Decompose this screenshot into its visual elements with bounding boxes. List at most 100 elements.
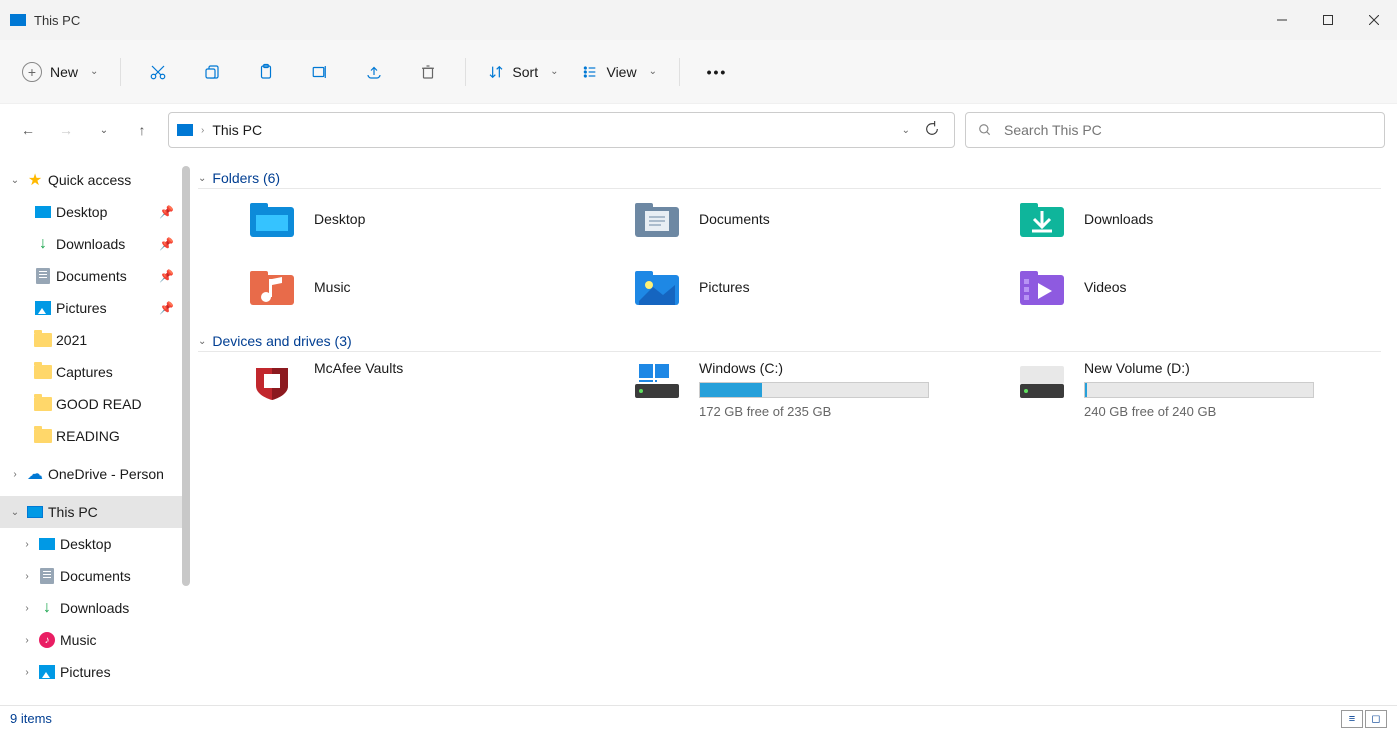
- up-button[interactable]: ↑: [126, 114, 158, 146]
- chevron-right-icon[interactable]: ›: [20, 667, 34, 678]
- folder-icon: [631, 197, 683, 241]
- section-folders-title: Folders (6): [212, 170, 280, 186]
- folder-icon: [1016, 197, 1068, 241]
- minimize-button[interactable]: [1259, 0, 1305, 40]
- scrollbar[interactable]: [182, 166, 190, 586]
- sidebar-item-desktop[interactable]: ›Desktop: [0, 528, 190, 560]
- sidebar-item-label: Documents: [56, 268, 127, 284]
- chevron-down-icon[interactable]: ⌄: [8, 175, 22, 186]
- sidebar-item-reading[interactable]: READING: [0, 420, 190, 452]
- new-button[interactable]: + New ⌄: [12, 56, 108, 88]
- pin-icon: 📌: [159, 237, 174, 251]
- folder-label: Pictures: [699, 279, 750, 295]
- drive-mcafee-vaults[interactable]: McAfee Vaults: [246, 360, 611, 419]
- rename-button[interactable]: [299, 54, 341, 90]
- folder-music[interactable]: Music: [246, 265, 611, 309]
- chevron-down-icon[interactable]: ⌄: [902, 125, 910, 136]
- chevron-right-icon[interactable]: ›: [20, 571, 34, 582]
- sidebar-item-2021[interactable]: 2021: [0, 324, 190, 356]
- sidebar-item-downloads[interactable]: ›↓Downloads: [0, 592, 190, 624]
- sidebar-item-downloads[interactable]: ↓Downloads📌: [0, 228, 190, 260]
- tiles-view-button[interactable]: ◻: [1365, 710, 1387, 728]
- status-text: 9 items: [10, 711, 52, 726]
- search-input[interactable]: [1004, 122, 1372, 138]
- pc-icon: [10, 14, 26, 26]
- sidebar-item-pictures[interactable]: Pictures📌: [0, 292, 190, 324]
- drive-free-text: 172 GB free of 235 GB: [699, 404, 966, 419]
- sidebar-onedrive[interactable]: › ☁ OneDrive - Person: [0, 458, 190, 490]
- paste-button[interactable]: [245, 54, 287, 90]
- refresh-button[interactable]: [924, 121, 940, 140]
- chevron-right-icon[interactable]: ›: [20, 539, 34, 550]
- back-button[interactable]: ←: [12, 114, 44, 146]
- divider: [120, 58, 121, 86]
- folder-downloads[interactable]: Downloads: [1016, 197, 1381, 241]
- chevron-right-icon[interactable]: ›: [20, 603, 34, 614]
- chevron-down-icon: ⌄: [198, 336, 206, 347]
- window-controls: [1259, 0, 1397, 40]
- folder-pictures[interactable]: Pictures: [631, 265, 996, 309]
- sidebar[interactable]: ⌄ ★ Quick access Desktop📌↓Downloads📌Docu…: [0, 156, 190, 705]
- folder-icon: [246, 197, 298, 241]
- sidebar-item-music[interactable]: ›♪Music: [0, 624, 190, 656]
- window-title: This PC: [34, 13, 80, 28]
- pc-icon: [177, 124, 193, 136]
- chevron-down-icon: ⌄: [649, 66, 657, 77]
- sort-label: Sort: [512, 64, 538, 80]
- folder-label: Downloads: [1084, 211, 1153, 227]
- sidebar-item-pictures[interactable]: › Pictures: [0, 656, 190, 688]
- pin-icon: 📌: [159, 205, 174, 219]
- drive-bar: [1084, 382, 1314, 398]
- chevron-right-icon[interactable]: ›: [20, 635, 34, 646]
- sidebar-item-desktop[interactable]: Desktop📌: [0, 196, 190, 228]
- chevron-down-icon[interactable]: ⌄: [8, 507, 22, 518]
- picture-icon: [34, 299, 52, 317]
- download-icon: ↓: [34, 235, 52, 253]
- this-pc-label: This PC: [48, 504, 98, 520]
- maximize-button[interactable]: [1305, 0, 1351, 40]
- delete-button[interactable]: [407, 54, 449, 90]
- folder-desktop[interactable]: Desktop: [246, 197, 611, 241]
- folder-icon: [34, 363, 52, 381]
- plus-icon: +: [22, 62, 42, 82]
- drive-new-volume-d-[interactable]: New Volume (D:)240 GB free of 240 GB: [1016, 360, 1381, 419]
- recent-button[interactable]: ⌄: [88, 114, 120, 146]
- statusbar: 9 items ≡ ◻: [0, 705, 1397, 731]
- divider: [465, 58, 466, 86]
- sidebar-item-label: Captures: [56, 364, 113, 380]
- pin-icon: 📌: [159, 269, 174, 283]
- share-button[interactable]: [353, 54, 395, 90]
- folder-videos[interactable]: Videos: [1016, 265, 1381, 309]
- onedrive-label: OneDrive - Person: [48, 466, 164, 482]
- drive-windows-c-[interactable]: Windows (C:) 172 GB free of 235 GB: [631, 360, 996, 419]
- section-drives-header[interactable]: ⌄ Devices and drives (3): [198, 333, 1381, 352]
- close-button[interactable]: [1351, 0, 1397, 40]
- more-button[interactable]: •••: [696, 54, 738, 90]
- sidebar-this-pc[interactable]: ⌄ This PC: [0, 496, 190, 528]
- drive-icon: [246, 360, 298, 404]
- view-toggles: ≡ ◻: [1341, 710, 1387, 728]
- cut-button[interactable]: [137, 54, 179, 90]
- sidebar-item-documents[interactable]: Documents 📌: [0, 260, 190, 292]
- chevron-right-icon[interactable]: ›: [8, 469, 22, 480]
- view-button[interactable]: View ⌄: [572, 58, 666, 86]
- sidebar-item-captures[interactable]: Captures: [0, 356, 190, 388]
- address-text: This PC: [212, 122, 889, 138]
- copy-button[interactable]: [191, 54, 233, 90]
- download-icon: ↓: [38, 599, 56, 617]
- search-bar[interactable]: [965, 112, 1385, 148]
- pin-icon: 📌: [159, 301, 174, 315]
- divider: [679, 58, 680, 86]
- sidebar-item-label: Pictures: [60, 664, 111, 680]
- folder-documents[interactable]: Documents: [631, 197, 996, 241]
- sidebar-quick-access[interactable]: ⌄ ★ Quick access: [0, 164, 190, 196]
- folder-label: Documents: [699, 211, 770, 227]
- address-bar[interactable]: › This PC ⌄: [168, 112, 955, 148]
- forward-button[interactable]: →: [50, 114, 82, 146]
- sidebar-item-good-read[interactable]: GOOD READ: [0, 388, 190, 420]
- sidebar-item-documents[interactable]: ›Documents: [0, 560, 190, 592]
- section-folders-header[interactable]: ⌄ Folders (6): [198, 170, 1381, 189]
- details-view-button[interactable]: ≡: [1341, 710, 1363, 728]
- drive-label: Windows (C:): [699, 360, 966, 376]
- sort-button[interactable]: Sort ⌄: [478, 58, 568, 86]
